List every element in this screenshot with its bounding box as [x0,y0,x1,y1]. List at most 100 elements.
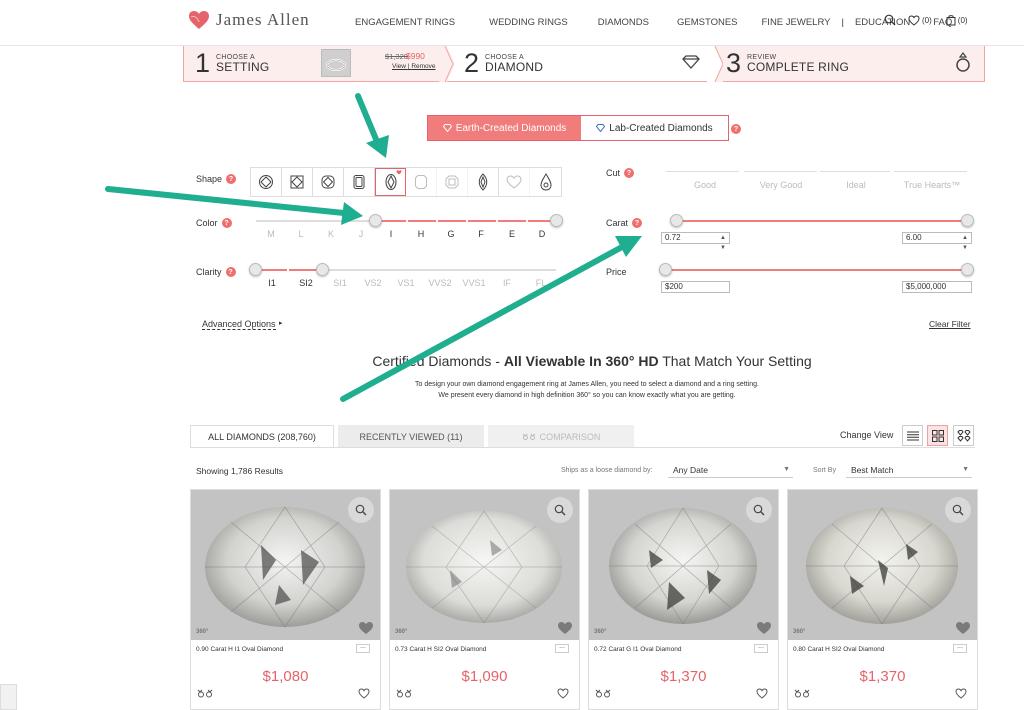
nav-wedding-rings[interactable]: WEDDING RINGS [489,17,568,28]
tab-all-diamonds[interactable]: ALL DIAMONDS (208,760) [190,425,334,448]
step-review-complete-ring[interactable]: 3 REVIEW COMPLETE RING [726,46,849,81]
gallery-view-button[interactable] [953,425,974,446]
wishlist-heart-icon[interactable] [756,688,768,699]
help-icon[interactable]: ? [225,267,236,277]
wishlist-heart-icon[interactable] [557,688,569,699]
wishlist-heart-icon[interactable] [908,14,920,26]
clarity-grade[interactable]: IF [492,278,522,288]
color-grade[interactable]: I [376,229,406,239]
diamond-image[interactable]: 360° [390,490,579,640]
diamond-image[interactable]: 360° [191,490,380,640]
zoom-button[interactable] [746,497,772,523]
step-choose-diamond[interactable]: 2 CHOOSE A DIAMOND [464,46,543,81]
shape-marquise[interactable] [468,168,499,196]
help-icon[interactable]: ? [632,218,643,228]
remove-link[interactable]: Remove [411,63,435,70]
origin-help-icon[interactable]: ? [731,124,741,134]
color-grade[interactable]: K [316,229,346,239]
color-grade[interactable]: E [497,229,527,239]
color-grade[interactable]: H [406,229,436,239]
product-card[interactable]: 360° 0.73 Carat H SI2 Oval Diamond ... $… [389,489,580,710]
color-grade[interactable]: J [346,229,376,239]
price-min-input[interactable]: $200 [661,281,730,293]
advanced-options-link[interactable]: Advanced Options [202,319,276,330]
color-grade[interactable]: L [286,229,316,239]
shape-princess[interactable] [282,168,313,196]
grid-view-button[interactable] [927,425,948,446]
help-icon[interactable]: ? [624,168,635,178]
view-link[interactable]: View [392,63,406,70]
clarity-grade[interactable]: I1 [257,278,287,288]
color-grade[interactable]: D [527,229,557,239]
color-max-handle[interactable] [550,214,563,227]
clarity-grade[interactable]: FL [526,278,556,288]
color-grade[interactable]: G [436,229,466,239]
compare-rings-icon[interactable] [794,689,810,698]
product-title[interactable]: 0.72 Carat G I1 Oval Diamond [594,646,681,653]
help-icon[interactable]: ? [226,174,237,184]
clarity-grade[interactable]: VS2 [358,278,388,288]
product-title[interactable]: 0.80 Carat H SI2 Oval Diamond [793,646,884,653]
product-card[interactable]: 360° 0.90 Carat H I1 Oval Diamond ... $1… [190,489,381,710]
more-options-button[interactable]: ... [754,643,768,653]
ships-by-select[interactable]: Any Date ▼ [668,463,793,478]
clear-filter-link[interactable]: Clear Filter [929,319,971,329]
zoom-button[interactable] [945,497,971,523]
shopping-bag-icon[interactable] [946,14,956,26]
shape-cushion[interactable] [313,168,344,196]
cut-grade[interactable]: Ideal [822,180,890,190]
shape-radiant[interactable] [344,168,375,196]
cut-grade[interactable]: True Hearts™ [896,180,968,190]
step-choose-setting[interactable]: 1 CHOOSE A SETTING [195,46,269,81]
search-icon[interactable] [884,14,896,26]
list-view-button[interactable] [902,425,923,446]
price-min-handle[interactable] [659,263,672,276]
compare-rings-icon[interactable] [197,689,213,698]
carat-max-handle[interactable] [961,214,974,227]
nav-fine-jewelry[interactable]: FINE JEWELRY [762,17,831,28]
tab-comparison[interactable]: COMPARISON [488,425,634,448]
product-card[interactable]: 360° 0.80 Carat H SI2 Oval Diamond ... $… [787,489,978,710]
earth-created-tab[interactable]: Earth-Created Diamonds [428,116,581,140]
help-icon[interactable]: ? [221,218,232,228]
diamond-image[interactable]: 360° [788,490,977,640]
nav-gemstones[interactable]: GEMSTONES [677,17,738,28]
zoom-button[interactable] [348,497,374,523]
more-options-button[interactable]: ... [953,643,967,653]
nav-engagement-rings[interactable]: ENGAGEMENT RINGS [355,17,455,28]
color-grade[interactable]: F [466,229,496,239]
zoom-button[interactable] [547,497,573,523]
color-grade[interactable]: M [256,229,286,239]
side-feedback-tab[interactable] [0,684,17,710]
nav-diamonds[interactable]: DIAMONDS [598,17,649,28]
price-max-handle[interactable] [961,263,974,276]
product-title[interactable]: 0.73 Carat H SI2 Oval Diamond [395,646,486,653]
carat-min-handle[interactable] [670,214,683,227]
logo[interactable]: James Allen [188,10,310,30]
clarity-grade[interactable]: SI1 [325,278,355,288]
clarity-grade[interactable]: SI2 [291,278,321,288]
cut-grade[interactable]: Very Good [745,180,817,190]
shape-emerald[interactable] [406,168,437,196]
shape-asscher[interactable] [437,168,468,196]
compare-rings-icon[interactable] [595,689,611,698]
wishlist-heart-icon[interactable] [955,688,967,699]
shape-round[interactable] [251,168,282,196]
sort-by-select[interactable]: Best Match ▼ [846,463,972,478]
shape-heart[interactable] [499,168,530,196]
lab-created-tab[interactable]: Lab-Created Diamonds [581,116,728,140]
carat-max-input[interactable]: 6.00 ▲ ▼ [902,232,972,251]
clarity-max-handle[interactable] [316,263,329,276]
tab-recently-viewed[interactable]: RECENTLY VIEWED (11) [338,425,484,448]
compare-rings-icon[interactable] [396,689,412,698]
more-options-button[interactable]: ... [356,643,370,653]
clarity-grade[interactable]: VVS1 [459,278,489,288]
carat-min-input[interactable]: 0.72 ▲ ▼ [661,232,730,251]
product-title[interactable]: 0.90 Carat H I1 Oval Diamond [196,646,283,653]
more-options-button[interactable]: ... [555,643,569,653]
price-max-input[interactable]: $5,000,000 [902,281,972,293]
stepper-arrows-icon[interactable]: ▲ ▼ [962,233,968,253]
clarity-grade[interactable]: VVS2 [425,278,455,288]
stepper-arrows-icon[interactable]: ▲ ▼ [720,233,726,253]
ring-setting-thumbnail[interactable] [321,49,351,77]
